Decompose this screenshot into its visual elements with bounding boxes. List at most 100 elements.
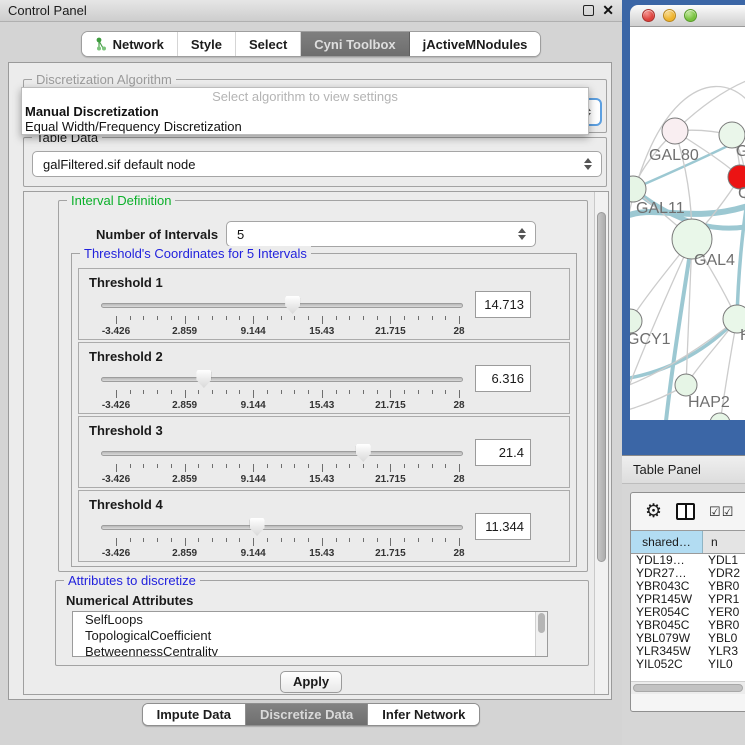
table-row[interactable]: YDL19…YDL1 — [631, 554, 745, 567]
tick-mark — [294, 316, 295, 320]
tick-mark — [418, 464, 419, 468]
tick-label: 15.43 — [309, 548, 334, 559]
slider-handle[interactable] — [250, 518, 265, 536]
tick-label: 2.859 — [172, 548, 197, 559]
number-of-intervals-label: Number of Intervals — [96, 227, 218, 242]
slider-track[interactable] — [101, 377, 463, 382]
cell-shared-name[interactable]: YBR045C — [631, 619, 703, 632]
tick-mark — [226, 464, 227, 468]
numerical-attributes-list[interactable]: SelfLoopsTopologicalCoefficientBetweenne… — [72, 611, 548, 657]
cell-name[interactable]: YIL0 — [703, 658, 745, 671]
cell-name[interactable]: YER0 — [703, 606, 745, 619]
cell-name[interactable]: YBL0 — [703, 632, 745, 645]
tab-discretize-data[interactable]: Discretize Data — [246, 704, 368, 725]
apply-button[interactable]: Apply — [280, 671, 342, 693]
attribute-list-item[interactable]: SelfLoops — [73, 612, 547, 628]
slider-track[interactable] — [101, 451, 463, 456]
network-node[interactable] — [710, 413, 730, 420]
tick-mark — [363, 316, 364, 320]
tick-mark — [239, 316, 240, 320]
network-canvas[interactable]: GAL80G.CGAL11GAL4GCY1HHAP2 — [630, 27, 745, 420]
popup-option-equal-width-frequency[interactable]: Equal Width/Frequency Discretization — [22, 119, 588, 134]
network-node-label: GAL11 — [636, 200, 685, 217]
cell-name[interactable]: YLR3 — [703, 645, 745, 658]
slider-handle[interactable] — [285, 296, 300, 314]
cell-name[interactable]: YBR0 — [703, 619, 745, 632]
tick-mark — [308, 538, 309, 542]
tick-mark — [445, 464, 446, 468]
threshold-slider[interactable]: -3.4262.8599.14415.4321.71528 — [101, 443, 463, 487]
table-horizontal-scrollbar[interactable] — [631, 681, 745, 694]
popup-placeholder-option[interactable]: Select algorithm to view settings — [22, 88, 588, 104]
tab-select[interactable]: Select — [236, 32, 301, 56]
float-window-icon[interactable] — [583, 5, 594, 16]
tick-mark — [322, 390, 323, 398]
tab-style[interactable]: Style — [178, 32, 236, 56]
list-scrollbar[interactable] — [535, 612, 547, 656]
select-columns-icon[interactable]: ☑☑ — [709, 504, 734, 520]
popup-option-manual-discretization[interactable]: Manual Discretization — [22, 104, 588, 119]
table-row[interactable]: YER054CYER0 — [631, 606, 745, 619]
cell-shared-name[interactable]: YPR145W — [631, 593, 703, 606]
threshold-panel: Threshold 4 -3.4262.8599.14415.4321.7152… — [78, 490, 570, 562]
threshold-value-field[interactable]: 14.713 — [475, 291, 531, 318]
threshold-slider[interactable]: -3.4262.8599.14415.4321.71528 — [101, 517, 463, 561]
table-row[interactable]: YBR045CYBR0 — [631, 619, 745, 632]
threshold-panel: Threshold 1 -3.4262.8599.14415.4321.7152… — [78, 268, 570, 340]
gear-icon[interactable]: ⚙ — [645, 503, 662, 521]
close-traffic-light[interactable] — [642, 9, 655, 22]
table-data-combobox[interactable]: galFiltered.sif default node — [32, 151, 602, 177]
tab-infer-network[interactable]: Infer Network — [368, 704, 479, 725]
attribute-list-item[interactable]: BetweennessCentrality — [73, 644, 547, 657]
tab-cyni-toolbox[interactable]: Cyni Toolbox — [301, 32, 409, 56]
slider-track[interactable] — [101, 525, 463, 530]
table-row[interactable]: YDR27…YDR2 — [631, 567, 745, 580]
cell-shared-name[interactable]: YIL052C — [631, 658, 703, 671]
threshold-slider[interactable]: -3.4262.8599.14415.4321.71528 — [101, 369, 463, 413]
threshold-slider[interactable]: -3.4262.8599.14415.4321.71528 — [101, 295, 463, 339]
number-of-intervals-combobox[interactable]: 5 — [226, 221, 536, 247]
threshold-value-field[interactable]: 11.344 — [475, 513, 531, 540]
network-node[interactable] — [630, 309, 642, 333]
slider-track[interactable] — [101, 303, 463, 308]
cell-shared-name[interactable]: YER054C — [631, 606, 703, 619]
settings-scrollbar[interactable] — [594, 192, 608, 694]
cell-shared-name[interactable]: YDR27… — [631, 567, 703, 580]
table-row[interactable]: YIL052CYIL0 — [631, 658, 745, 671]
minimize-traffic-light[interactable] — [663, 9, 676, 22]
tick-mark — [432, 464, 433, 468]
zoom-traffic-light[interactable] — [684, 9, 697, 22]
tab-impute-data[interactable]: Impute Data — [143, 704, 246, 725]
network-window-titlebar[interactable] — [630, 5, 745, 27]
column-header-shared-name[interactable]: shared… — [631, 531, 703, 553]
attribute-list-item[interactable]: TopologicalCoefficient — [73, 628, 547, 644]
cell-shared-name[interactable]: YDL19… — [631, 554, 703, 567]
tick-label: 9.144 — [241, 548, 266, 559]
tick-mark — [198, 538, 199, 542]
network-node[interactable] — [675, 374, 697, 396]
tick-mark — [239, 390, 240, 394]
tick-mark — [322, 464, 323, 472]
split-columns-icon[interactable] — [676, 503, 695, 520]
table-row[interactable]: YBR043CYBR0 — [631, 580, 745, 593]
cell-shared-name[interactable]: YBL079W — [631, 632, 703, 645]
cell-shared-name[interactable]: YLR345W — [631, 645, 703, 658]
table-row[interactable]: YLR345WYLR3 — [631, 645, 745, 658]
cell-name[interactable]: YDR2 — [703, 567, 745, 580]
column-header-name[interactable]: n — [703, 531, 745, 553]
tab-jactivemnodules[interactable]: jActiveMNodules — [410, 32, 541, 56]
threshold-value-field[interactable]: 21.4 — [475, 439, 531, 466]
threshold-value-field[interactable]: 6.316 — [475, 365, 531, 392]
cell-name[interactable]: YDL1 — [703, 554, 745, 567]
tab-network[interactable]: Network — [82, 32, 178, 56]
cell-name[interactable]: YBR0 — [703, 580, 745, 593]
cell-name[interactable]: YPR1 — [703, 593, 745, 606]
tick-label: 21.715 — [375, 400, 406, 411]
slider-handle[interactable] — [196, 370, 211, 388]
table-row[interactable]: YPR145WYPR1 — [631, 593, 745, 606]
table-row[interactable]: YBL079WYBL0 — [631, 632, 745, 645]
close-icon[interactable]: ✕ — [602, 5, 614, 16]
slider-handle[interactable] — [356, 444, 371, 462]
network-node[interactable] — [662, 118, 688, 144]
cell-shared-name[interactable]: YBR043C — [631, 580, 703, 593]
